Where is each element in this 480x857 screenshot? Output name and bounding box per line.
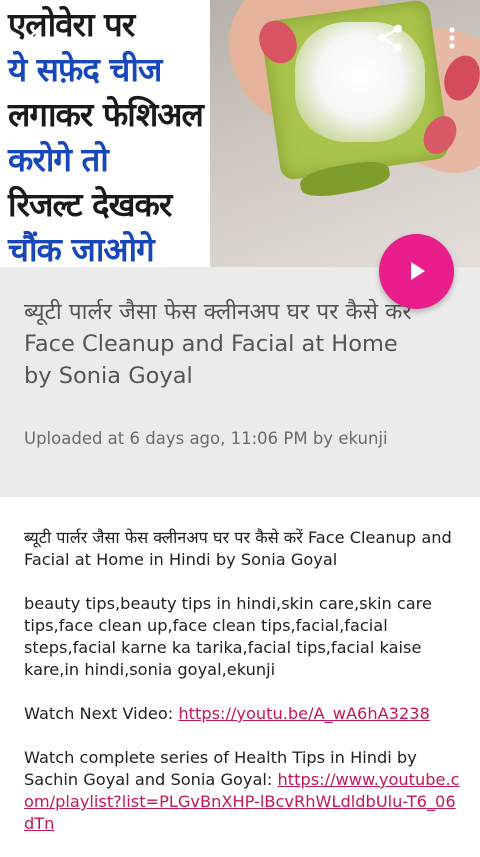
next-video-link[interactable]: https://youtu.be/A_wA6hA3238 xyxy=(178,704,430,723)
video-description: ब्यूटी पार्लर जैसा फेस क्लीनअप घर पर कैस… xyxy=(24,527,464,857)
description-intro: ब्यूटी पार्लर जैसा फेस क्लीनअप घर पर कैस… xyxy=(24,528,452,569)
description-next: Watch Next Video: https://youtu.be/A_wA6… xyxy=(24,703,464,725)
video-thumbnail[interactable]: एलोवेरा पर ये सफ़ेद चीज लगाकर फेशिअल करो… xyxy=(0,0,480,267)
thumbnail-line: लगाकर फेशिअल xyxy=(8,95,204,134)
upload-info: Uploaded at 6 days ago, 11:06 PM by ekun… xyxy=(24,429,388,448)
arrow-back-icon[interactable] xyxy=(22,22,54,54)
video-title: ब्यूटी पार्लर जैसा फेस क्लीनअप घर पर कैस… xyxy=(24,299,412,389)
share-icon[interactable] xyxy=(374,22,406,54)
thumbnail-line: करोगे तो xyxy=(8,140,109,179)
thumbnail-line: रिजल्ट देखकर xyxy=(8,185,172,224)
play-button[interactable] xyxy=(379,234,454,309)
next-video-label: Watch Next Video: xyxy=(24,704,179,723)
more-vert-icon[interactable] xyxy=(440,22,464,54)
thumbnail-line: चौंक जाओगे xyxy=(8,230,155,267)
play-icon xyxy=(411,262,425,280)
description-tags: beauty tips,beauty tips in hindi,skin ca… xyxy=(24,594,432,679)
